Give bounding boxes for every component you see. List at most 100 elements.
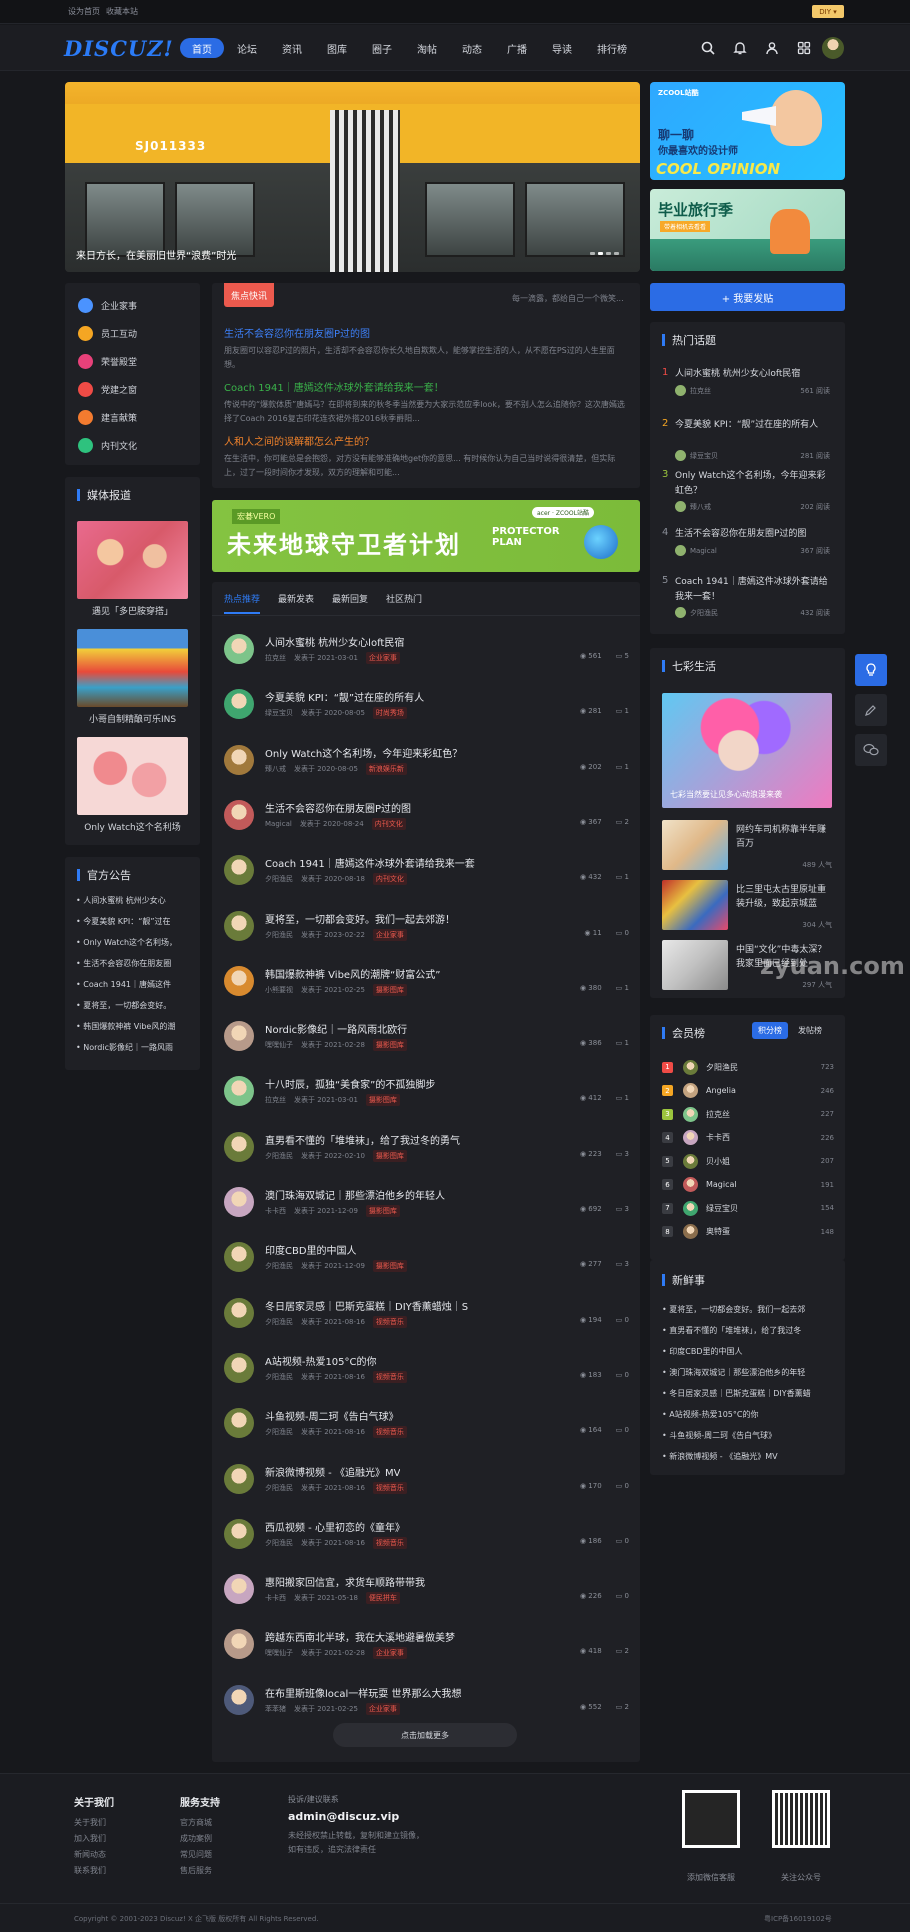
author-avatar[interactable] [224,1684,254,1715]
diy-button[interactable]: DIY ▾ [812,5,844,18]
nav-item-guide[interactable]: 导读 [540,38,584,58]
forum-tag[interactable]: 视频音乐 [372,1481,407,1494]
thread-row[interactable]: 韩国爆款神裤 Vibe风的潮牌“财富公式” 小熊要视 发表于 2021-02-25 摄… [224,958,629,1013]
footer-link[interactable]: 售后服务 [180,1865,220,1881]
wechat-button[interactable] [855,734,887,766]
hot-topic-item[interactable]: 1 人间水蜜桃 杭州少女心loft民宿 拉克丝 561 阅读 [662,367,832,412]
tab-latest-posts[interactable]: 最新发表 [278,592,314,614]
tab-posts[interactable]: 发帖榜 [792,1022,828,1039]
thread-author[interactable]: 夕阳渔民 [265,1151,293,1161]
tab-hot[interactable]: 热点推荐 [224,592,261,614]
thread-title[interactable]: 韩国爆款神裤 Vibe风的潮牌“财富公式” [265,966,440,981]
author-avatar[interactable] [224,1297,254,1328]
category-item-advice[interactable]: 建言献策 [65,403,200,431]
fresh-item[interactable]: • 印度CBD里的中国人 [662,1346,832,1367]
life-feature-image[interactable]: 七彩当然要让见多心动浪漫来袭 [662,693,832,808]
hero-slider[interactable]: SJ011333 来日方长，在美丽旧世界“浪费”时光 [65,82,640,272]
slider-dots[interactable] [590,252,619,255]
hot-topic-title[interactable]: 生活不会容忍你在朋友圈P过的图 [675,527,830,542]
thread-row[interactable]: Nordic影像纪｜一路风雨北欧行 嘿嘿仙子 发表于 2021-02-28 摄影图库 ◉… [224,1013,629,1068]
apps-icon[interactable] [794,38,814,58]
thread-author[interactable]: 小熊要视 [265,985,293,995]
thread-title[interactable]: Only Watch这个名利场，今年迎来彩虹色？ [265,745,462,760]
thread-title[interactable]: A站视频-热爱105°C的你 [265,1353,377,1368]
thread-row[interactable]: 澳门珠海双城记｜那些漂泊他乡的年轻人 卡卡西 发表于 2021-12-09 摄影图库 ◉… [224,1179,629,1234]
footer-link[interactable]: 官方商城 [180,1817,220,1833]
fresh-item[interactable]: • A站视频-热爱105°C的你 [662,1409,832,1430]
thread-row[interactable]: 新浪微博视频 - 《追融光》MV 夕阳渔民 发表于 2021-08-16 视频音乐 ◉ … [224,1456,629,1511]
fresh-item[interactable]: • 夏将至，一切都会变好。我们一起去郊 [662,1304,832,1325]
hot-topic-item[interactable]: 2 今夏美貌 KPI：“靓”过在座的所有人 绿豆宝贝 281 阅读 [662,418,832,463]
hot-topic-user[interactable]: 夕阳渔民 [690,608,718,618]
author-avatar[interactable] [224,799,254,830]
thread-title[interactable]: 今夏美貌 KPI：“靓”过在座的所有人 [265,689,424,704]
hot-topic-user[interactable]: 拉克丝 [690,386,711,396]
thread-row[interactable]: 惠阳搬家回信宜，求货车顺路带带我 卡卡西 发表于 2021-05-18 便民拼车 ◉ 2… [224,1566,629,1621]
forum-tag[interactable]: 视频音乐 [372,1370,407,1383]
forum-tag[interactable]: 便民拼车 [365,1592,400,1605]
nav-item-forum[interactable]: 论坛 [225,38,269,58]
tab-latest-replies[interactable]: 最新回复 [332,592,368,614]
thread-author[interactable]: 拉克丝 [265,1095,286,1105]
flash-item[interactable]: 生活不会容忍你在朋友圈P过的图 朋友圈可以容忍P过的照片，生活却不会容忍你长久地… [224,325,629,372]
fresh-item[interactable]: • 新浪微博视频 - 《追融光》MV [662,1451,832,1472]
author-avatar[interactable] [224,1352,254,1383]
member-name[interactable]: 奥特蛋 [706,1226,730,1237]
member-rank-item[interactable]: 1 夕阳渔民 723 [662,1057,834,1077]
nav-item-feed[interactable]: 动态 [450,38,494,58]
author-avatar[interactable] [224,855,254,886]
thread-row[interactable]: Coach 1941｜唐嫣这件冰球外套请给我来一套 夕阳渔民 发表于 2020-08… [224,847,629,902]
user-avatar[interactable] [822,37,844,59]
author-avatar[interactable] [224,1408,254,1439]
thread-author[interactable]: Magical [265,820,292,828]
ad-banner-travel[interactable]: 毕业旅行季 带着相机去看看 [650,189,845,271]
member-rank-item[interactable]: 3 拉克丝 227 [662,1104,834,1124]
notice-item[interactable]: • 今夏美貌 KPI：“靓”过在 [76,916,191,937]
hot-topic-title[interactable]: 人间水蜜桃 杭州少女心loft民宿 [675,367,830,382]
author-avatar[interactable] [224,1021,254,1052]
forum-tag[interactable]: 摄影图库 [372,983,407,996]
footer-link[interactable]: 联系我们 [74,1865,114,1881]
thread-title[interactable]: 印度CBD里的中国人 [265,1242,357,1257]
thread-author[interactable]: 夕阳渔民 [265,1538,293,1548]
member-name[interactable]: 夕阳渔民 [706,1062,738,1073]
thread-row[interactable]: 斗鱼视频-周二珂《告白气球》 夕阳渔民 发表于 2021-08-16 视频音乐 ◉ 16… [224,1400,629,1455]
thread-title[interactable]: 在布里斯班像local一样玩耍 世界那么大我想 [265,1685,461,1700]
flash-item[interactable]: 人和人之间的误解都怎么产生的？ 在生活中，你可能总是会抱怨，对方没有能够准确地g… [224,433,629,480]
author-avatar[interactable] [224,965,254,996]
hot-topic-title[interactable]: Coach 1941｜唐嫣这件冰球外套请给我来一套！ [675,575,830,605]
thread-title[interactable]: 新浪微博视频 - 《追融光》MV [265,1464,400,1479]
thread-author[interactable]: 苯苯猪 [265,1704,286,1714]
member-avatar[interactable] [683,1200,698,1216]
thread-author[interactable]: 嘿嘿仙子 [265,1648,293,1658]
author-avatar[interactable] [224,744,254,775]
thread-author[interactable]: 卡卡西 [265,1206,286,1216]
forum-tag[interactable]: 摄影图库 [365,1094,400,1107]
thread-row[interactable]: 冬日居家灵感｜巴斯克蛋糕｜DIY香薰蜡烛｜S 夕阳渔民 发表于 2021-08-16… [224,1290,629,1345]
fresh-item[interactable]: • 直男看不懂的「堆堆袜」，给了我过冬 [662,1325,832,1346]
thread-title[interactable]: 人间水蜜桃 杭州少女心loft民宿 [265,634,404,649]
footer-link[interactable]: 新闻动态 [74,1849,114,1865]
ad-banner-zcool[interactable]: ZCOOL站酷 聊一聊 你最喜欢的设计师 COOL OPINION [650,82,845,180]
thread-title[interactable]: 生活不会容忍你在朋友圈P过的图 [265,800,411,815]
search-icon[interactable] [698,38,718,58]
nav-item-groups[interactable]: 圈子 [360,38,404,58]
life-item[interactable]: 比三里屯太古里原址重装升级，致起京城蓝 304 人气 [662,880,832,930]
fresh-item[interactable]: • 冬日居家灵感｜巴斯克蛋糕｜DIY香薰蜡 [662,1388,832,1409]
thread-author[interactable]: 嘿嘿仙子 [265,1040,293,1050]
member-avatar[interactable] [683,1177,698,1192]
member-name[interactable]: 拉克丝 [706,1109,730,1120]
thread-row[interactable]: Only Watch这个名利场，今年迎来彩虹色？ 臻八戒 发表于 2020-08-0… [224,737,629,792]
hot-topic-item[interactable]: 3 Only Watch这个名利场，今年迎来彩虹色？ 臻八戒 202 阅读 [662,469,832,514]
nav-item-news[interactable]: 资讯 [270,38,314,58]
thread-row[interactable]: 直男看不懂的「堆堆袜」，给了我过冬的勇气 夕阳渔民 发表于 2022-02-10 摄影… [224,1124,629,1179]
hot-topic-item[interactable]: 4 生活不会容忍你在朋友圈P过的图 Magical 367 阅读 [662,527,832,572]
edit-button[interactable] [855,694,887,726]
member-rank-item[interactable]: 2 Angelia 246 [662,1081,834,1101]
thread-author[interactable]: 夕阳渔民 [265,930,293,940]
thread-row[interactable]: 印度CBD里的中国人 夕阳渔民 发表于 2021-12-09 摄影图库 ◉ 277 ▭ 3 [224,1234,629,1289]
member-rank-item[interactable]: 7 绿豆宝贝 154 [662,1198,834,1218]
load-more-button[interactable]: 点击加载更多 [333,1723,517,1747]
member-name[interactable]: 贝小姐 [706,1156,730,1167]
hot-topic-user[interactable]: Magical [690,547,717,555]
